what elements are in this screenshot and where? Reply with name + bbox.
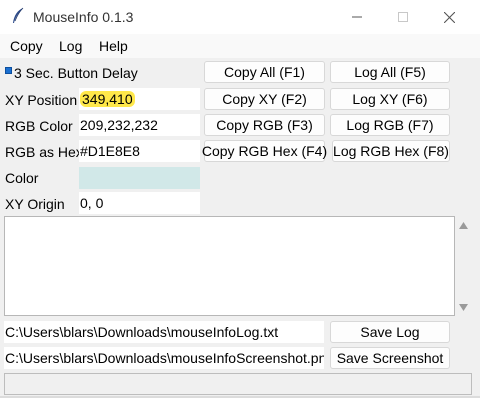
copy-all-button[interactable]: Copy All (F1): [204, 61, 325, 83]
menu-help[interactable]: Help: [99, 38, 128, 54]
minimize-icon: [352, 16, 362, 18]
log-file-path[interactable]: C:\Users\blars\Downloads\mouseInfoLog.tx…: [4, 321, 324, 343]
log-textarea[interactable]: [4, 216, 455, 316]
scroll-down-icon[interactable]: [459, 304, 468, 311]
maximize-icon: [398, 12, 408, 22]
title-bar: MouseInfo 0.1.3: [0, 0, 480, 34]
xy-position-value: 349,410: [80, 91, 135, 107]
xy-position-label: XY Position: [5, 92, 78, 108]
xy-origin-field[interactable]: 0, 0: [79, 192, 200, 214]
rgb-color-field[interactable]: 209,232,232: [79, 114, 200, 136]
close-icon: [443, 11, 455, 23]
log-rgb-button[interactable]: Log RGB (F7): [330, 114, 450, 136]
copy-rgb-button[interactable]: Copy RGB (F3): [204, 114, 325, 136]
rgb-color-label: RGB Color: [5, 118, 73, 134]
close-button[interactable]: [426, 0, 472, 34]
color-label: Color: [5, 170, 39, 186]
status-bar: [4, 373, 472, 395]
log-scrollbar[interactable]: [455, 216, 472, 316]
color-swatch: [79, 167, 200, 189]
log-all-button[interactable]: Log All (F5): [330, 61, 450, 83]
log-rgb-hex-button[interactable]: Log RGB Hex (F8): [332, 140, 450, 162]
window-title: MouseInfo 0.1.3: [33, 9, 134, 25]
maximize-button: [380, 0, 426, 34]
feather-icon: [13, 7, 24, 23]
menu-bar: Copy Log Help: [0, 34, 480, 58]
menu-copy[interactable]: Copy: [10, 38, 43, 54]
log-xy-button[interactable]: Log XY (F6): [330, 88, 450, 110]
delay-checkbox[interactable]: [5, 67, 12, 74]
screenshot-file-path[interactable]: C:\Users\blars\Downloads\mouseInfoScreen…: [4, 347, 324, 369]
copy-xy-button[interactable]: Copy XY (F2): [204, 88, 325, 110]
xy-position-field[interactable]: 349,410: [79, 88, 200, 110]
rgb-hex-label: RGB as Hex: [5, 144, 83, 160]
menu-log[interactable]: Log: [59, 38, 82, 54]
minimize-button[interactable]: [334, 0, 380, 34]
delay-label: 3 Sec. Button Delay: [14, 65, 138, 81]
copy-rgb-hex-button[interactable]: Copy RGB Hex (F4): [202, 140, 327, 162]
save-screenshot-button[interactable]: Save Screenshot: [330, 347, 450, 369]
scroll-up-icon[interactable]: [459, 222, 468, 229]
save-log-button[interactable]: Save Log: [330, 321, 450, 343]
xy-origin-label: XY Origin: [5, 196, 65, 212]
rgb-hex-field[interactable]: #D1E8E8: [79, 140, 200, 162]
